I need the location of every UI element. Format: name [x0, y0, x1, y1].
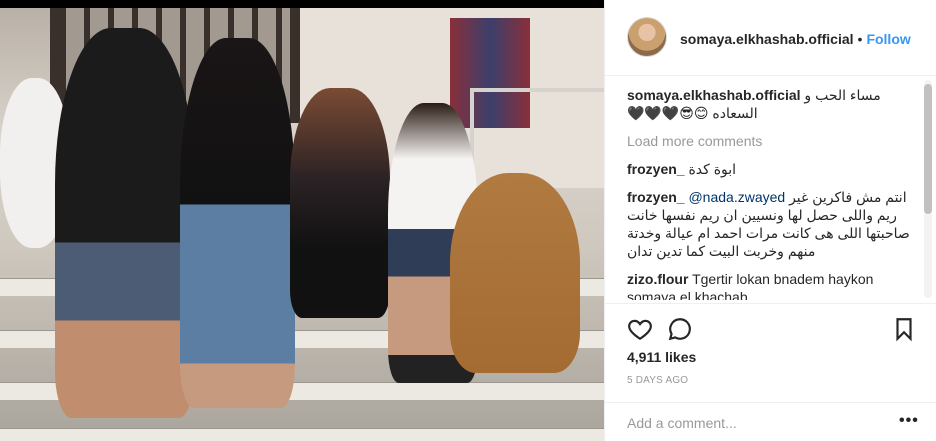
avatar[interactable] [627, 17, 667, 57]
comments-list: somaya.elkhashab.official مساء الحب و ال… [627, 86, 925, 300]
add-comment-bar: ••• [605, 402, 936, 441]
post-photo-image [0, 8, 604, 441]
post-actions [605, 303, 936, 351]
add-comment-input[interactable] [627, 413, 877, 433]
comment-mention-link[interactable]: @nada.zwayed [688, 189, 785, 205]
comment-item: zizo.flour Tgertir lokan bnadem haykon s… [627, 270, 925, 300]
photo-girl [290, 88, 390, 318]
comment-username[interactable]: frozyen_ [627, 189, 685, 205]
photo-golden-dog [450, 173, 580, 373]
caption: somaya.elkhashab.official مساء الحب و ال… [627, 86, 925, 122]
follow-button[interactable]: Follow [866, 31, 910, 47]
post-sidebar: somaya.elkhashab.official • Follow somaya.… [604, 0, 936, 441]
comment-bubble-icon[interactable] [667, 316, 693, 342]
bookmark-icon[interactable] [891, 316, 917, 342]
header-username[interactable]: somaya.elkhashab.official [680, 31, 854, 47]
comment-item: frozyen_ ابوة كدة [627, 160, 925, 178]
heart-icon[interactable] [627, 316, 653, 342]
comments-scrollbar[interactable] [924, 80, 932, 298]
more-options-icon[interactable]: ••• [899, 413, 918, 432]
post-photo[interactable] [0, 0, 604, 441]
load-more-comments-button[interactable]: Load more comments [627, 132, 925, 150]
comment-username[interactable]: zizo.flour [627, 271, 688, 287]
comment-username[interactable]: frozyen_ [627, 161, 685, 177]
caption-username[interactable]: somaya.elkhashab.official [627, 87, 801, 103]
comment-item: frozyen_ @nada.zwayed انتم مش فاكرين غير… [627, 188, 925, 260]
post-header: somaya.elkhashab.official • Follow [605, 0, 936, 76]
header-text: somaya.elkhashab.official • Follow [680, 31, 911, 47]
photo-step [0, 428, 604, 441]
comment-text: ابوة كدة [688, 161, 737, 177]
post-timestamp[interactable]: 5 days ago [627, 375, 688, 386]
scrollbar-thumb[interactable] [924, 84, 932, 214]
photo-woman [180, 38, 295, 408]
photo-man [55, 28, 195, 418]
header-separator: • [857, 31, 863, 47]
likes-count[interactable]: 4,911 likes [627, 349, 696, 365]
